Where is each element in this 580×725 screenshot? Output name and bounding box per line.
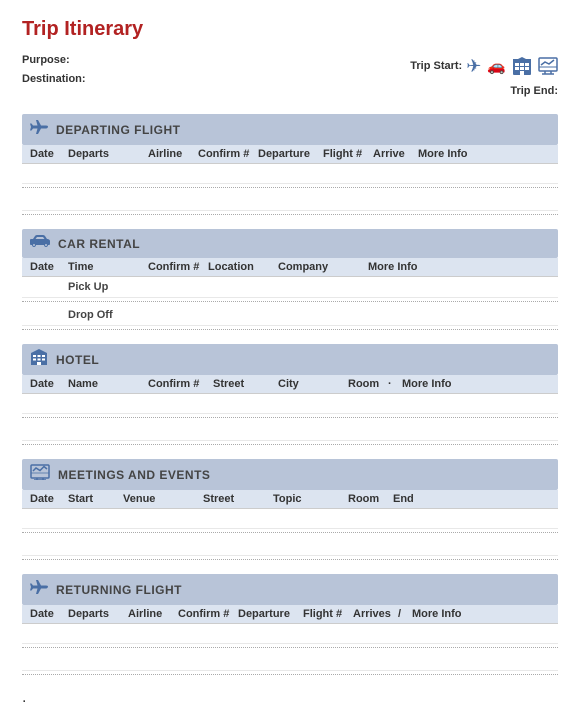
col-confirm: Confirm # bbox=[178, 608, 238, 620]
departing-header: DEPARTING FLIGHT bbox=[22, 114, 558, 145]
col-departure: Departure bbox=[258, 148, 323, 160]
car-rental-section: CAR RENTAL Date Time Confirm # Location … bbox=[22, 229, 558, 330]
col-street: Street bbox=[203, 493, 273, 505]
col-location: Location bbox=[208, 261, 278, 273]
car-icon: 🚗 bbox=[487, 54, 506, 80]
col-date: Date bbox=[30, 148, 68, 160]
col-moreinfo: More Info bbox=[368, 261, 550, 273]
hotel-columns: Date Name Confirm # Street City Room · M… bbox=[22, 375, 558, 394]
col-name: Name bbox=[68, 378, 148, 390]
col-date: Date bbox=[30, 493, 68, 505]
departing-title: DEPARTING FLIGHT bbox=[56, 123, 180, 137]
trip-meta: Purpose: Destination: Trip Start: ✈ 🚗 bbox=[22, 51, 558, 100]
meetings-row-1 bbox=[22, 509, 558, 529]
departing-columns: Date Departs Airline Confirm # Departure… bbox=[22, 145, 558, 164]
returning-header: RETURNING FLIGHT bbox=[22, 574, 558, 605]
col-street: Street bbox=[213, 378, 278, 390]
page-title: Trip Itinerary bbox=[22, 18, 558, 41]
col-moreinfo: More Info bbox=[412, 608, 550, 620]
col-confirm: Confirm # bbox=[148, 261, 208, 273]
hotel-section: HOTEL Date Name Confirm # Street City Ro… bbox=[22, 344, 558, 445]
car-columns: Date Time Confirm # Location Company Mor… bbox=[22, 258, 558, 277]
meetings-section: MEETINGS AND EVENTS Date Start Venue Str… bbox=[22, 459, 558, 560]
col-moreinfo: More Info bbox=[402, 378, 550, 390]
plane-icon: ✈ bbox=[466, 51, 481, 82]
meetings-title: MEETINGS AND EVENTS bbox=[58, 468, 210, 482]
hotel-header: HOTEL bbox=[22, 344, 558, 375]
purpose-label: Purpose: bbox=[22, 54, 70, 66]
departing-flight-section: DEPARTING FLIGHT Date Departs Airline Co… bbox=[22, 114, 558, 215]
car-title: CAR RENTAL bbox=[58, 237, 140, 251]
col-city: City bbox=[278, 378, 348, 390]
returning-columns: Date Departs Airline Confirm # Departure… bbox=[22, 605, 558, 624]
destination-label: Destination: bbox=[22, 73, 86, 85]
col-start: Start bbox=[68, 493, 123, 505]
returning-row-1 bbox=[22, 624, 558, 644]
col-end: End bbox=[393, 493, 550, 505]
col-date: Date bbox=[30, 608, 68, 620]
trip-meta-right: Trip Start: ✈ 🚗 bbox=[410, 51, 558, 100]
returning-title: RETURNING FLIGHT bbox=[56, 583, 182, 597]
col-departs: Departs bbox=[68, 608, 128, 620]
car-pickup-row: Pick Up bbox=[22, 277, 558, 298]
trip-start-label: Trip Start: bbox=[410, 57, 462, 76]
col-confirm: Confirm # bbox=[198, 148, 258, 160]
hotel-title: HOTEL bbox=[56, 353, 99, 367]
col-venue: Venue bbox=[123, 493, 203, 505]
col-more-dot: · bbox=[388, 378, 402, 390]
col-arrive: Arrive bbox=[373, 148, 418, 160]
col-room: Room bbox=[348, 378, 388, 390]
trip-meta-left: Purpose: Destination: bbox=[22, 51, 86, 88]
col-departure: Departure bbox=[238, 608, 303, 620]
col-topic: Topic bbox=[273, 493, 348, 505]
col-arrives: Arrives bbox=[353, 608, 398, 620]
car-header: CAR RENTAL bbox=[22, 229, 558, 258]
col-flight: Flight # bbox=[323, 148, 373, 160]
returning-row-2 bbox=[22, 651, 558, 671]
col-time: Time bbox=[68, 261, 148, 273]
col-airline: Airline bbox=[148, 148, 198, 160]
trip-end-label: Trip End: bbox=[510, 82, 558, 101]
returning-flight-section: RETURNING FLIGHT Date Departs Airline Co… bbox=[22, 574, 558, 675]
departing-row-2 bbox=[22, 191, 558, 211]
pickup-label: Pick Up bbox=[68, 281, 148, 293]
col-moreinfo: More Info bbox=[418, 148, 550, 160]
returning-plane-icon bbox=[30, 579, 48, 600]
departing-row-1 bbox=[22, 164, 558, 184]
car-dropoff-row: Drop Off bbox=[22, 305, 558, 326]
col-room: Room bbox=[348, 493, 393, 505]
col-date: Date bbox=[30, 261, 68, 273]
col-confirm: Confirm # bbox=[148, 378, 213, 390]
hotel-row-2 bbox=[22, 421, 558, 441]
col-departs: Departs bbox=[68, 148, 148, 160]
dropoff-label: Drop Off bbox=[68, 309, 148, 321]
meetings-row-2 bbox=[22, 536, 558, 556]
hotel-row-1 bbox=[22, 394, 558, 414]
col-extra: / bbox=[398, 608, 412, 620]
departing-plane-icon bbox=[30, 119, 48, 140]
hotel-icon bbox=[512, 57, 532, 75]
col-airline: Airline bbox=[128, 608, 178, 620]
col-flight: Flight # bbox=[303, 608, 353, 620]
meetings-header: MEETINGS AND EVENTS bbox=[22, 459, 558, 490]
hotel-section-icon bbox=[30, 349, 48, 370]
chart-icon bbox=[538, 57, 558, 75]
col-date: Date bbox=[30, 378, 68, 390]
meetings-icon bbox=[30, 464, 50, 485]
trip-icons: ✈ 🚗 bbox=[466, 51, 558, 82]
col-company: Company bbox=[278, 261, 368, 273]
meetings-columns: Date Start Venue Street Topic Room End bbox=[22, 490, 558, 509]
car-rental-icon bbox=[30, 234, 50, 253]
